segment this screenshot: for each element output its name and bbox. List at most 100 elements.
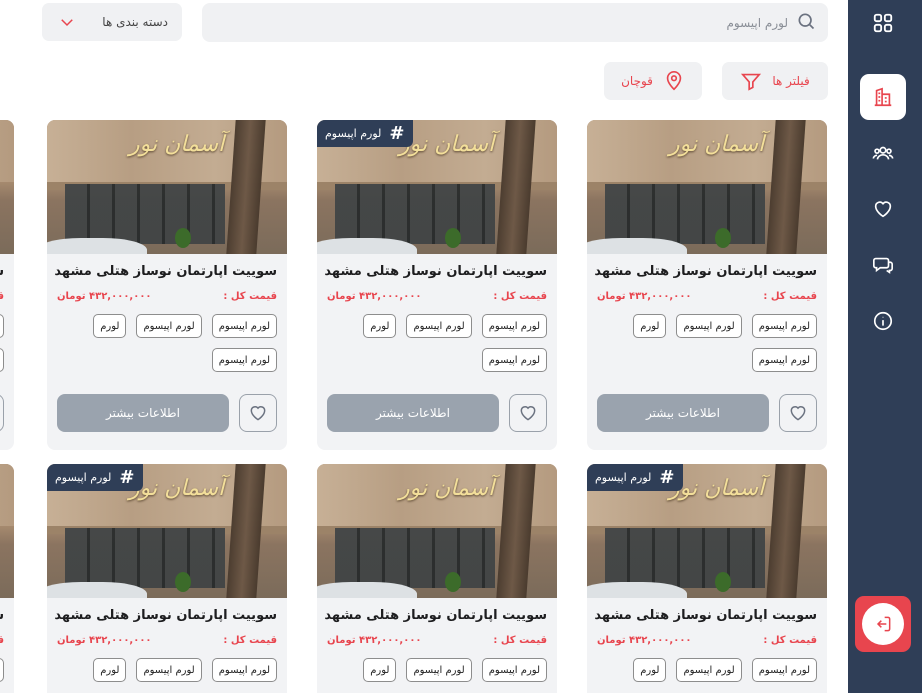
- price-label: قیمت کل :: [763, 291, 817, 302]
- feature-chip: لورم اپیسوم: [481, 314, 547, 338]
- search-input[interactable]: [228, 15, 788, 30]
- feature-chip: لورم: [363, 658, 397, 682]
- card-title: سوییت اپارتمان نوساز هتلی مشهد: [0, 598, 14, 623]
- users-icon[interactable]: [860, 130, 906, 176]
- location-label: قوچان: [621, 74, 653, 88]
- feature-chip: لورم اپیسوم: [676, 314, 742, 338]
- listing-photo: آسمان نور: [587, 120, 827, 254]
- tag-list: لورم اپیسوم لورم اپیسوم لورم: [317, 646, 557, 682]
- listing-card-partial: سوییت اپارتمان نوساز هتلی مشهد قیمت کل :…: [0, 120, 14, 450]
- price-row: قیمت کل : ۴۳۲,۰۰۰,۰۰۰ تومان: [317, 279, 557, 302]
- feature-chip: لورم اپیسوم: [406, 658, 472, 682]
- feature-chip: لورم اپیسوم: [406, 314, 472, 338]
- price-value: ۴۳۲,۰۰۰,۰۰۰ تومان: [597, 635, 692, 646]
- logout-button[interactable]: [855, 596, 911, 652]
- price-row: قیمت کل :۴۳۲,۰۰۰,۰۰۰ تومان: [0, 623, 14, 646]
- tag-list: لورم اپیسوم لورم اپیسوم لورم لورم اپیسوم: [587, 302, 827, 372]
- feature-chip: لورم اپیسوم: [136, 314, 202, 338]
- listing-photo: آسمان نور: [47, 120, 287, 254]
- hashtag-badge: # لورم اپیسوم: [47, 464, 143, 491]
- price-row: قیمت کل :۴۳۲,۰۰۰,۰۰۰ تومان: [0, 279, 14, 302]
- chat-icon[interactable]: [860, 242, 906, 288]
- listing-photo: [0, 120, 14, 254]
- favorite-button[interactable]: [779, 394, 817, 432]
- feature-chip: لورم اپیسوم: [136, 658, 202, 682]
- listing-card-partial: سوییت اپارتمان نوساز هتلی مشهد قیمت کل :…: [0, 464, 14, 693]
- tag-list: لورم اپیسوم لورم اپیسوم لورم: [587, 646, 827, 682]
- card-title: سوییت اپارتمان نوساز هتلی مشهد: [324, 264, 547, 279]
- favorite-button[interactable]: [509, 394, 547, 432]
- building-sign: آسمان نور: [129, 476, 225, 501]
- feature-chip: لورم: [633, 314, 667, 338]
- card-title: سوییت اپارتمان نوساز هتلی مشهد: [594, 608, 817, 623]
- card-title: سوییت اپارتمان نوساز هتلی مشهد: [594, 264, 817, 279]
- hashtag-badge: # لورم اپیسوم: [317, 120, 413, 147]
- listing-card: آسمان نور # لورم اپیسوم سوییت اپارتمان ن…: [587, 464, 827, 693]
- location-button[interactable]: قوچان: [604, 62, 702, 100]
- more-info-button[interactable]: اطلاعات بیشتر: [597, 394, 769, 432]
- feature-chip: لورم اپیسوم: [751, 348, 817, 372]
- card-title: سوییت اپارتمان نوساز هتلی مشهد: [324, 608, 547, 623]
- listing-photo: آسمان نور # لورم اپیسوم: [317, 120, 557, 254]
- price-label: قیمت کل :: [223, 635, 277, 646]
- listing-card: آسمان نور سوییت اپارتمان نوساز هتلی مشهد…: [47, 120, 287, 450]
- building-sign: آسمان نور: [129, 132, 225, 157]
- tag-list: لورم اپیسوملورم اپیسوم لورملورم اپیسوم: [0, 302, 14, 372]
- feature-chip: لورم: [93, 314, 127, 338]
- card-title: سوییت اپارتمان نوساز هتلی مشهد: [54, 264, 277, 279]
- price-label: قیمت کل :: [493, 291, 547, 302]
- listing-photo: آسمان نور # لورم اپیسوم: [587, 464, 827, 598]
- search-bar: [202, 3, 828, 42]
- hashtag-badge: # لورم اپیسوم: [587, 464, 683, 491]
- tag-list: لورم اپیسوم لورم اپیسوم لورم لورم اپیسوم: [47, 302, 287, 372]
- card-title: سوییت اپارتمان نوساز هتلی مشهد: [54, 608, 277, 623]
- heart-icon: [790, 406, 806, 421]
- filter-icon: [741, 73, 762, 91]
- price-label: قیمت کل :: [493, 635, 547, 646]
- building-icon[interactable]: [860, 74, 906, 120]
- card-title: سوییت اپارتمان نوساز هتلی مشهد: [0, 254, 14, 279]
- more-info-button[interactable]: اطلاعات بیشتر: [327, 394, 499, 432]
- feature-chip: لورم اپیسوم: [751, 658, 817, 682]
- hashtag-icon: #: [389, 123, 405, 144]
- tag-list: لورم اپیسوم لورم اپیسوم لورم: [47, 646, 287, 682]
- listing-photo: [0, 464, 14, 598]
- favorite-button[interactable]: [239, 394, 277, 432]
- hashtag-icon: #: [659, 467, 675, 488]
- heart-icon: [250, 406, 266, 421]
- price-label: قیمت کل :: [223, 291, 277, 302]
- apps-icon[interactable]: [860, 0, 906, 46]
- building-sign: آسمان نور: [669, 132, 765, 157]
- feature-chip: لورم اپیسوم: [211, 348, 277, 372]
- price-label: قیمت کل :: [763, 635, 817, 646]
- building-sign: آسمان نور: [669, 476, 765, 501]
- price-value: ۴۳۲,۰۰۰,۰۰۰ تومان: [327, 291, 422, 302]
- listing-card: آسمان نور سوییت اپارتمان نوساز هتلی مشهد…: [587, 120, 827, 450]
- listing-card: آسمان نور # لورم اپیسوم سوییت اپارتمان ن…: [317, 120, 557, 450]
- filters-button[interactable]: فیلتر ها: [722, 62, 828, 100]
- feature-chip: لورم اپیسوم: [211, 314, 277, 338]
- more-info-button[interactable]: اطلاعات بیشتر: [57, 394, 229, 432]
- category-dropdown[interactable]: دسته بندی ها: [42, 3, 182, 41]
- heart-icon[interactable]: [860, 186, 906, 232]
- building-sign: آسمان نور: [399, 476, 495, 501]
- search-icon[interactable]: [796, 11, 816, 35]
- location-pin-icon: [666, 71, 682, 91]
- tag-list: لورم اپیسوم لورم اپیسوم لورم لورم اپیسوم: [317, 302, 557, 372]
- tag-list: لورم اپیسوملورم اپیسوم لورم: [0, 646, 14, 682]
- price-value: ۴۳۲,۰۰۰,۰۰۰ تومان: [57, 291, 152, 302]
- price-value: ۴۳۲,۰۰۰,۰۰۰ تومان: [57, 635, 152, 646]
- logout-icon: [862, 603, 904, 645]
- info-icon[interactable]: [860, 298, 906, 344]
- hashtag-icon: #: [119, 467, 135, 488]
- listing-photo: آسمان نور: [317, 464, 557, 598]
- price-row: قیمت کل : ۴۳۲,۰۰۰,۰۰۰ تومان: [587, 279, 827, 302]
- favorite-button[interactable]: [0, 394, 4, 432]
- listing-card: آسمان نور # لورم اپیسوم سوییت اپارتمان ن…: [47, 464, 287, 693]
- chevron-down-icon: [61, 19, 73, 27]
- feature-chip: لورم: [363, 314, 397, 338]
- price-row: قیمت کل : ۴۳۲,۰۰۰,۰۰۰ تومان: [47, 279, 287, 302]
- feature-chip: لورم اپیسوم: [751, 314, 817, 338]
- price-row: قیمت کل : ۴۳۲,۰۰۰,۰۰۰ تومان: [317, 623, 557, 646]
- price-row: قیمت کل : ۴۳۲,۰۰۰,۰۰۰ تومان: [47, 623, 287, 646]
